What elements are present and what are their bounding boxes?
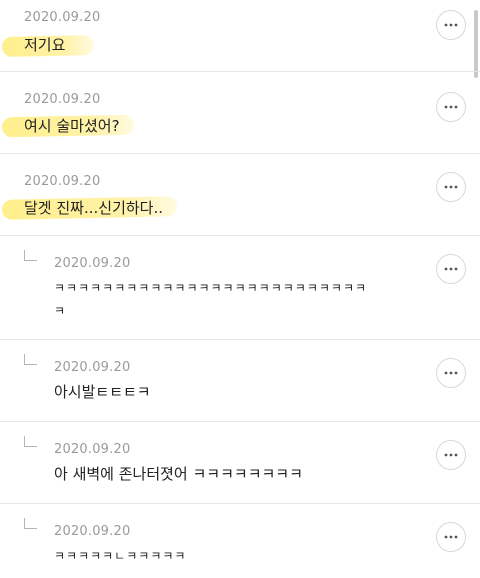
comment-text: 아 새벽에 존나터졋어 ㅋㅋㅋㅋㅋㅋㅋㅋ <box>54 465 303 483</box>
more-horizontal-icon <box>444 185 458 189</box>
comment-text-continued: ㅋ <box>54 304 66 318</box>
more-horizontal-icon <box>444 453 458 457</box>
reply-item: 2020.09.20 아 새벽에 존나터졋어 ㅋㅋㅋㅋㅋㅋㅋㅋ <box>0 422 480 504</box>
more-horizontal-icon <box>444 267 458 271</box>
more-horizontal-icon <box>444 105 458 109</box>
reply-item: 2020.09.20 아시발ㅌㅌㅌㅋ <box>0 340 480 422</box>
comment-date: 2020.09.20 <box>24 10 101 25</box>
more-options-button[interactable] <box>436 172 466 202</box>
comment-date: 2020.09.20 <box>24 174 101 189</box>
comment-text: 아시발ㅌㅌㅌㅋ <box>54 383 151 401</box>
reply-indent-icon <box>24 354 37 365</box>
comment-text: 저기요 <box>24 36 66 54</box>
comment-date: 2020.09.20 <box>24 92 101 107</box>
reply-indent-icon <box>24 250 37 261</box>
more-options-button[interactable] <box>436 522 466 552</box>
comment-item: 2020.09.20 저기요 <box>0 0 480 72</box>
more-options-button[interactable] <box>436 440 466 470</box>
comment-item: 2020.09.20 달겟 진짜...신기하다.. <box>0 154 480 236</box>
more-options-button[interactable] <box>436 254 466 284</box>
comment-date: 2020.09.20 <box>54 524 131 539</box>
reply-item: 2020.09.20 ㅋㅋㅋㅋㅋㅋㅋㅋㅋㅋㅋㅋㅋㅋㅋㅋㅋㅋㅋㅋㅋㅋㅋㅋㅋㅋ ㅋ <box>0 236 480 340</box>
comment-date: 2020.09.20 <box>54 442 131 457</box>
more-options-button[interactable] <box>436 92 466 122</box>
more-horizontal-icon <box>444 23 458 27</box>
more-options-button[interactable] <box>436 10 466 40</box>
comment-text: 여시 술마셨어? <box>24 117 120 135</box>
comment-date: 2020.09.20 <box>54 360 131 375</box>
comment-text: ㅋㅋㅋㅋㅋㅋㅋㅋㅋㅋㅋㅋㅋㅋㅋㅋㅋㅋㅋㅋㅋㅋㅋㅋㅋㅋ <box>54 281 368 295</box>
comment-text: 달겟 진짜...신기하다.. <box>24 199 164 217</box>
more-horizontal-icon <box>444 371 458 375</box>
reply-item: 2020.09.20 ㅋㅋㅋㅋㅋㄴㅋㅋㅋㅋㅋ <box>0 504 480 578</box>
more-options-button[interactable] <box>436 358 466 388</box>
comment-item: 2020.09.20 여시 술마셨어? <box>0 72 480 154</box>
comment-text: ㅋㅋㅋㅋㅋㄴㅋㅋㅋㅋㅋ <box>54 549 187 563</box>
more-horizontal-icon <box>444 535 458 539</box>
reply-indent-icon <box>24 518 37 529</box>
comment-date: 2020.09.20 <box>54 256 131 271</box>
reply-indent-icon <box>24 436 37 447</box>
